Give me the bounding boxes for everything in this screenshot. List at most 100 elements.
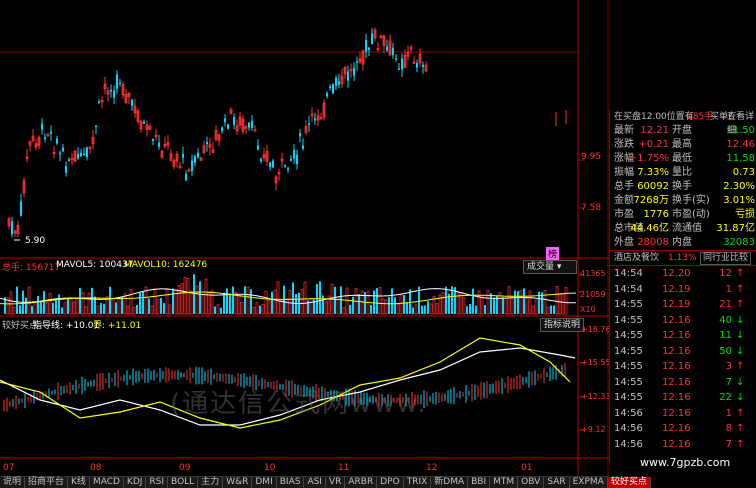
indicator-tab[interactable]: ARBR bbox=[345, 477, 378, 488]
candle-body bbox=[335, 77, 337, 86]
indicator-tab[interactable]: RSI bbox=[146, 477, 169, 488]
candle-body bbox=[59, 152, 61, 155]
candle-body bbox=[119, 82, 121, 85]
indicator-tab[interactable]: KDJ bbox=[123, 477, 147, 488]
candle-body bbox=[329, 86, 331, 88]
indicator-axis-1: +18.76 bbox=[581, 325, 611, 334]
volume-bar bbox=[87, 292, 91, 315]
tick-time: 14:56 bbox=[614, 423, 643, 434]
indicator-tab[interactable]: 新DMA bbox=[431, 477, 469, 488]
candle-body bbox=[152, 138, 154, 141]
volume-bar bbox=[261, 303, 265, 315]
indicator-tab[interactable]: 较好买点 bbox=[607, 477, 651, 488]
quote-key: 开盘 bbox=[672, 125, 692, 136]
tick-price: 12.16 bbox=[662, 407, 691, 419]
volume-bar bbox=[43, 291, 45, 314]
volume-bar bbox=[469, 303, 471, 314]
volume-bar bbox=[100, 303, 102, 314]
indicator-tab[interactable]: W&R bbox=[223, 477, 253, 488]
indicator-tab[interactable]: TRIX bbox=[403, 477, 432, 488]
volume-bar bbox=[502, 297, 504, 314]
candle-body bbox=[269, 162, 271, 168]
indicator-tab[interactable]: ASI bbox=[304, 477, 326, 488]
tick-row: 14:55 12.16 50 ↓ bbox=[610, 344, 756, 360]
volume-bar bbox=[31, 305, 33, 314]
price-axis-label-high: 9.95 bbox=[581, 152, 602, 162]
candle-body bbox=[257, 145, 259, 150]
candle-body bbox=[80, 152, 82, 157]
indicator-tab[interactable]: BOLL bbox=[168, 477, 199, 488]
quote-row: 振幅 7.33% 量比 0.73 bbox=[610, 166, 756, 180]
volume-bar bbox=[285, 298, 289, 315]
quote-value: 28008 bbox=[637, 237, 669, 248]
volume-bar bbox=[75, 297, 79, 315]
volume-bar bbox=[276, 281, 280, 315]
volume-bar bbox=[81, 292, 85, 315]
volume-bar bbox=[244, 286, 246, 314]
volume-bar bbox=[388, 296, 390, 314]
tick-row: 14:56 12.16 8 ↑ bbox=[610, 421, 756, 437]
indicator-help-button[interactable]: 指标说明 bbox=[540, 318, 585, 332]
indicator-tab[interactable]: K线 bbox=[68, 477, 90, 488]
volume-bar bbox=[519, 290, 523, 315]
quote-value: 7.33% bbox=[637, 167, 669, 178]
tick-row: 14:55 12.16 40 ↓ bbox=[610, 313, 756, 329]
volume-bar bbox=[16, 286, 18, 314]
quote-row: 涨跌 +0.21 最高 12.46 bbox=[610, 138, 756, 152]
volume-bar bbox=[466, 306, 468, 314]
volume-bar bbox=[150, 305, 154, 315]
quote-key: 内盘 bbox=[672, 237, 692, 248]
quote-key: 最新 bbox=[614, 125, 634, 136]
volume-bar bbox=[45, 302, 49, 315]
indicator-tab[interactable]: 招商平台 bbox=[25, 477, 69, 488]
quote-key: 流通值 bbox=[672, 223, 702, 234]
indicator-tab[interactable]: VR bbox=[325, 477, 346, 488]
candle-body bbox=[68, 159, 70, 162]
volume-bar bbox=[384, 299, 388, 315]
tick-row: 14:55 12.16 7 ↓ bbox=[610, 375, 756, 391]
volume-bar bbox=[472, 288, 474, 314]
volume-bar bbox=[240, 302, 244, 315]
volume-bar bbox=[525, 297, 529, 315]
candle-body bbox=[227, 124, 229, 129]
candle-body bbox=[314, 118, 316, 121]
indicator-tab[interactable]: BBI bbox=[468, 477, 491, 488]
quote-value: +0.21 bbox=[638, 139, 669, 150]
candle-body bbox=[401, 58, 403, 70]
quote-key: 最高 bbox=[672, 139, 692, 150]
arrow-up-icon: ↑ bbox=[736, 423, 745, 434]
indicator-tab[interactable]: 说明 bbox=[0, 477, 26, 488]
tick-time: 14:55 bbox=[614, 299, 643, 310]
indicator-tab[interactable]: MACD bbox=[89, 477, 124, 488]
tick-time: 14:55 bbox=[614, 330, 643, 341]
tick-volume: 22 bbox=[719, 392, 732, 403]
volume-bar bbox=[84, 306, 88, 315]
volume-indicator-dropdown[interactable]: 成交量 ▾ bbox=[523, 260, 577, 274]
volume-bar bbox=[358, 294, 360, 314]
quote-value: 亏损 bbox=[735, 209, 755, 220]
volume-bar bbox=[69, 297, 73, 315]
candle-body bbox=[224, 118, 226, 123]
volume-bar bbox=[163, 303, 165, 314]
candle-body bbox=[113, 90, 115, 98]
volume-bar bbox=[550, 305, 552, 314]
order-alert[interactable]: 在买盘12.00位置有 285手 买单! 查看详细 bbox=[610, 110, 756, 136]
indicator-tab[interactable]: EXPMA bbox=[569, 477, 608, 488]
volume-bar bbox=[409, 289, 411, 314]
tick-volume: 7 bbox=[725, 376, 732, 388]
indicator-tab[interactable]: BIAS bbox=[276, 477, 305, 488]
volume-bar bbox=[168, 304, 172, 315]
indicator-tab[interactable]: 主力 bbox=[198, 477, 224, 488]
volume-bar bbox=[349, 304, 351, 314]
volume-bar bbox=[201, 295, 205, 315]
candle-body bbox=[422, 64, 424, 68]
indicator-tab[interactable]: OBV bbox=[518, 477, 545, 488]
indicator-tab[interactable]: SAR bbox=[544, 477, 570, 488]
quote-key: 市盈 bbox=[614, 209, 634, 220]
indicator-tab[interactable]: MTM bbox=[490, 477, 519, 488]
indicator-tab[interactable]: DMI bbox=[252, 477, 277, 488]
industry-compare-button[interactable]: 同行业比较 bbox=[700, 252, 752, 265]
volume-bar bbox=[142, 291, 144, 314]
indicator-tab[interactable]: DPO bbox=[377, 477, 404, 488]
rank-badge[interactable]: 榜 bbox=[546, 247, 560, 260]
